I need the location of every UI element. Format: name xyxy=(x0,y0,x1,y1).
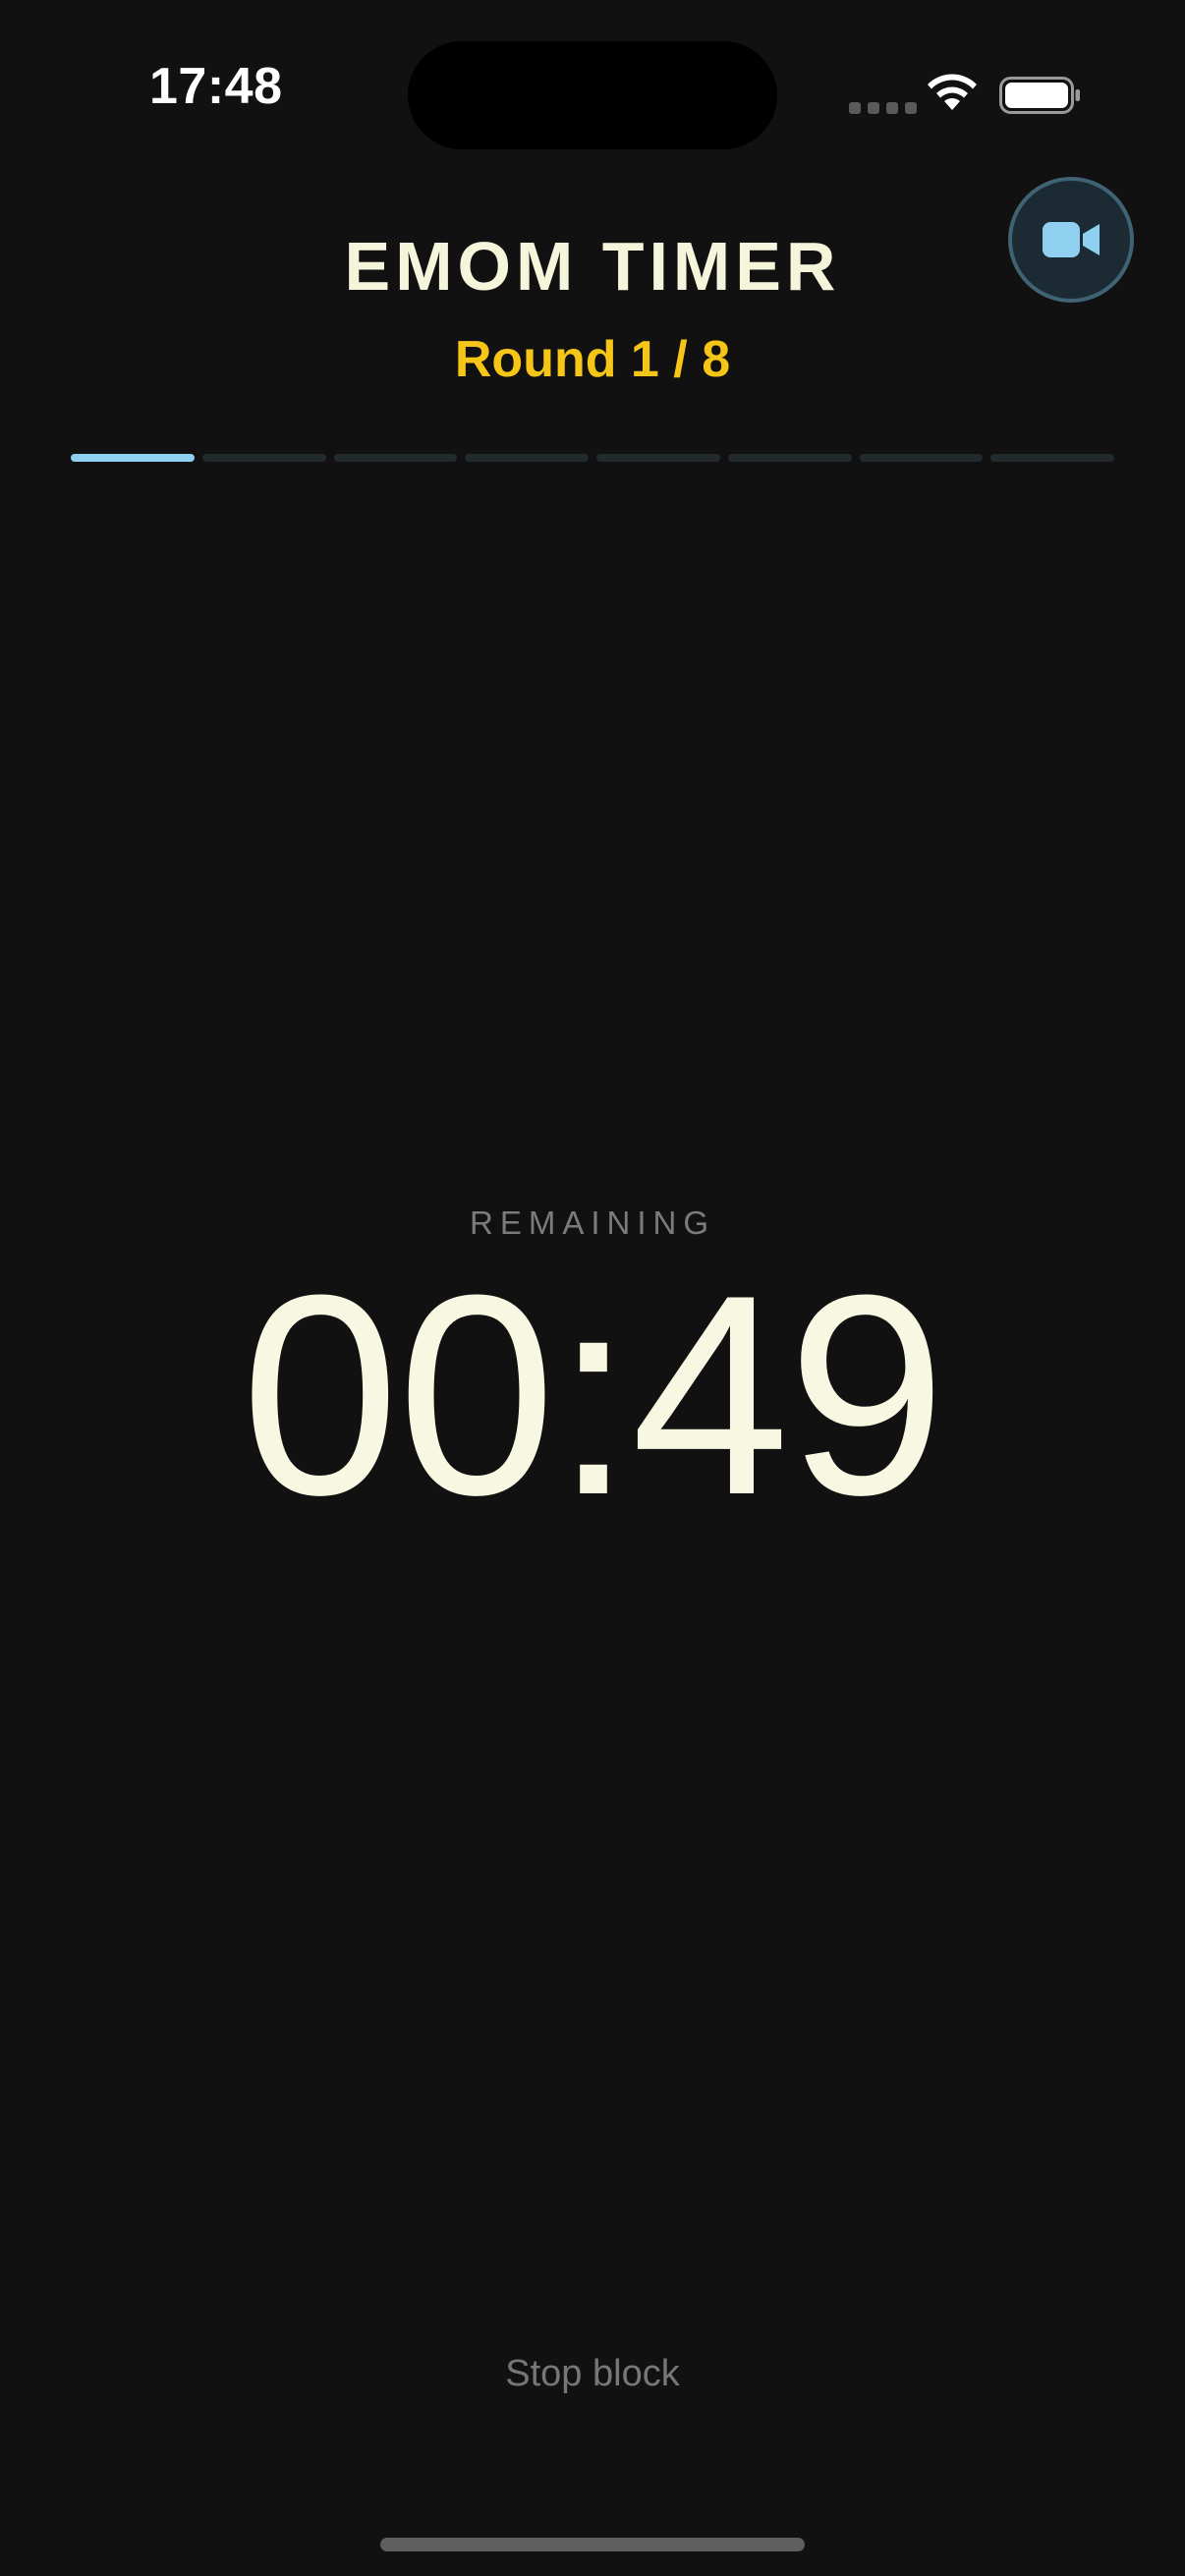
round-segment-8 xyxy=(990,454,1114,462)
wifi-icon xyxy=(928,74,977,110)
remaining-label: REMAINING xyxy=(469,1204,715,1241)
battery-icon xyxy=(999,77,1080,114)
countdown-timer: 00:49 xyxy=(241,1236,946,1554)
round-segment-7 xyxy=(859,454,984,462)
round-segment-6 xyxy=(727,454,852,462)
round-segment-2 xyxy=(201,454,326,462)
round-segment-5 xyxy=(596,454,720,462)
round-segment-1 xyxy=(71,454,195,462)
status-bar-time: 17:48 xyxy=(149,58,283,115)
round-indicator: Round 1 / 8 xyxy=(454,331,731,388)
page-title: EMOM TIMER xyxy=(344,228,841,305)
round-segment-4 xyxy=(465,454,589,462)
round-segment-3 xyxy=(333,454,458,462)
stop-block-button[interactable]: Stop block xyxy=(445,2346,740,2403)
home-indicator[interactable] xyxy=(380,2538,805,2551)
cellular-signal-icon xyxy=(849,102,917,114)
dynamic-island xyxy=(408,41,777,149)
round-progress xyxy=(71,454,1114,464)
